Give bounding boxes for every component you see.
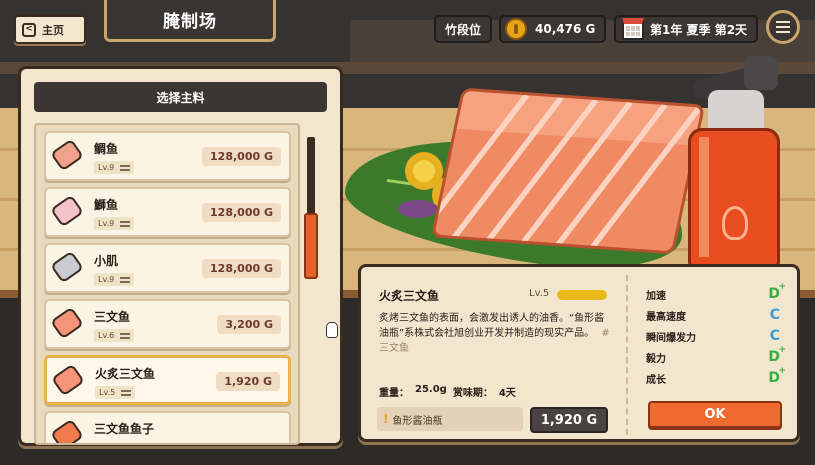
ingredient-list[interactable]: 鲷鱼 Lv.9 128,000 G 鰤鱼 Lv.9 128,000 G 小肌 Lv.9 128,… bbox=[34, 123, 300, 445]
list-item[interactable]: 鰤鱼 Lv.9 128,000 G bbox=[44, 187, 291, 237]
salmon-slab-illustration bbox=[430, 87, 706, 255]
detail-level: Lv.5 bbox=[529, 288, 550, 299]
shelf-life-value: 4天 bbox=[498, 388, 516, 399]
money-value: 40,476 G bbox=[535, 22, 596, 36]
list-item-level: Lv.9 bbox=[94, 217, 135, 230]
list-item-level: Lv.5 bbox=[95, 386, 136, 399]
plus-icon: + bbox=[778, 282, 786, 292]
stat-row: 毅力 D + bbox=[646, 345, 786, 366]
ok-button[interactable]: OK bbox=[648, 401, 782, 428]
stat-row: 加速 D + bbox=[646, 282, 786, 303]
detail-description-text: 炙烤三文鱼的表面，会激发出诱人的油香。“鱼形酱油瓶”系株式会社旭创业开发并制造的… bbox=[379, 313, 605, 339]
white-pink-fish-fillet-icon bbox=[50, 194, 84, 228]
list-item[interactable]: 火炙三文鱼 Lv.5 1,920 G bbox=[44, 355, 291, 405]
stat-grade: C bbox=[769, 307, 780, 323]
rank-chevron-icon bbox=[120, 220, 131, 227]
stat-label: 瞬间爆发力 bbox=[646, 332, 696, 344]
list-header: 选择主料 bbox=[34, 82, 327, 112]
menu-button[interactable] bbox=[766, 10, 800, 44]
list-item[interactable]: 小肌 Lv.9 128,000 G bbox=[44, 243, 291, 293]
detail-specs: 重量： 25.0g 赏味期： 4天 bbox=[379, 384, 516, 399]
stat-label: 最高速度 bbox=[646, 311, 686, 323]
stat-label: 毅力 bbox=[646, 353, 666, 365]
list-item-name: 三文鱼 bbox=[94, 310, 131, 324]
rank-chevron-icon bbox=[120, 276, 131, 283]
salmon-fillet-icon bbox=[50, 306, 84, 340]
rank-badge[interactable]: 竹段位 bbox=[434, 15, 492, 43]
plus-icon: + bbox=[778, 366, 786, 376]
exclamation-icon: ! bbox=[383, 412, 389, 426]
page-title: 腌制场 bbox=[104, 0, 276, 42]
stat-row: 成长 D + bbox=[646, 366, 786, 387]
ingredient-detail-panel: 火炙三文鱼 Lv.5 炙烤三文鱼的表面，会激发出诱人的油香。“鱼形酱油瓶”系株式… bbox=[358, 264, 800, 442]
list-item-price: 128,000 G bbox=[202, 147, 281, 166]
stat-grade: D + bbox=[768, 345, 786, 365]
list-item-name: 鲷鱼 bbox=[94, 142, 119, 156]
list-item[interactable]: 三文鱼 Lv.6 3,200 G bbox=[44, 299, 291, 349]
shelf-life-label: 赏味期： bbox=[452, 388, 493, 399]
blowtorch-illustration bbox=[682, 56, 794, 268]
list-item-price: 1,920 G bbox=[216, 372, 280, 391]
rank-chevron-icon bbox=[121, 389, 132, 396]
money-display: 40,476 G bbox=[499, 15, 606, 43]
stat-grade: C bbox=[769, 328, 780, 344]
stat-row: 最高速度 C bbox=[646, 306, 786, 324]
back-arrow-icon: < bbox=[22, 22, 36, 37]
list-item-level: Lv.6 bbox=[94, 329, 135, 342]
list-item-name: 小肌 bbox=[94, 254, 119, 268]
detail-source-text: 鱼形酱油瓶 bbox=[392, 415, 443, 427]
list-item[interactable]: 三文鱼鱼子 bbox=[44, 411, 291, 443]
date-display: 第1年 夏季 第2天 bbox=[614, 15, 758, 43]
rank-chevron-icon bbox=[120, 164, 131, 171]
plus-icon: + bbox=[778, 345, 786, 355]
rank-chevron-icon bbox=[120, 332, 131, 339]
hand-cursor-icon bbox=[326, 322, 338, 338]
pink-fish-fillet-icon bbox=[50, 138, 84, 172]
list-item[interactable]: 鲷鱼 Lv.9 128,000 G bbox=[44, 131, 291, 181]
weight-value: 25.0g bbox=[415, 384, 447, 395]
coin-icon bbox=[505, 18, 527, 40]
stat-row: 瞬间爆发力 C bbox=[646, 327, 786, 345]
shiso-flower-garnish bbox=[398, 200, 438, 218]
seared-salmon-fillet-icon bbox=[51, 363, 85, 397]
list-item-level: Lv.9 bbox=[94, 161, 135, 174]
list-item-name: 火炙三文鱼 bbox=[95, 367, 156, 381]
list-item-price: 128,000 G bbox=[202, 259, 281, 278]
calendar-icon bbox=[622, 18, 644, 40]
detail-price: 1,920 G bbox=[530, 407, 608, 433]
detail-description: 炙烤三文鱼的表面，会激发出诱人的油香。“鱼形酱油瓶”系株式会社旭创业开发并制造的… bbox=[379, 311, 611, 356]
list-item-name: 鰤鱼 bbox=[94, 198, 119, 212]
salmon-roe-icon bbox=[50, 418, 84, 443]
detail-source: ! 鱼形酱油瓶 bbox=[377, 407, 523, 431]
detail-name: 火炙三文鱼 bbox=[379, 289, 440, 303]
list-item-price: 3,200 G bbox=[217, 315, 281, 334]
home-button-label: 主页 bbox=[42, 23, 64, 37]
weight-label: 重量： bbox=[379, 388, 409, 399]
list-scrollbar-thumb[interactable] bbox=[304, 213, 318, 279]
flame-icon bbox=[722, 206, 748, 240]
list-item-level: Lv.9 bbox=[94, 273, 135, 286]
home-button[interactable]: < 主页 bbox=[14, 15, 86, 44]
detail-level-bar bbox=[557, 290, 607, 300]
ingredient-list-panel: 选择主料 鲷鱼 Lv.9 128,000 G 鰤鱼 Lv.9 128,000 G 小肌 Lv.… bbox=[18, 66, 343, 446]
date-value: 第1年 夏季 第2天 bbox=[650, 22, 748, 37]
list-item-price: 128,000 G bbox=[202, 203, 281, 222]
panel-divider bbox=[626, 275, 628, 435]
stat-label: 成长 bbox=[646, 374, 666, 386]
stat-grade: D + bbox=[768, 366, 786, 386]
list-item-name: 三文鱼鱼子 bbox=[94, 422, 155, 436]
stat-label: 加速 bbox=[646, 290, 666, 302]
stat-grade: D + bbox=[768, 282, 786, 302]
silver-fish-fillet-icon bbox=[50, 250, 84, 284]
